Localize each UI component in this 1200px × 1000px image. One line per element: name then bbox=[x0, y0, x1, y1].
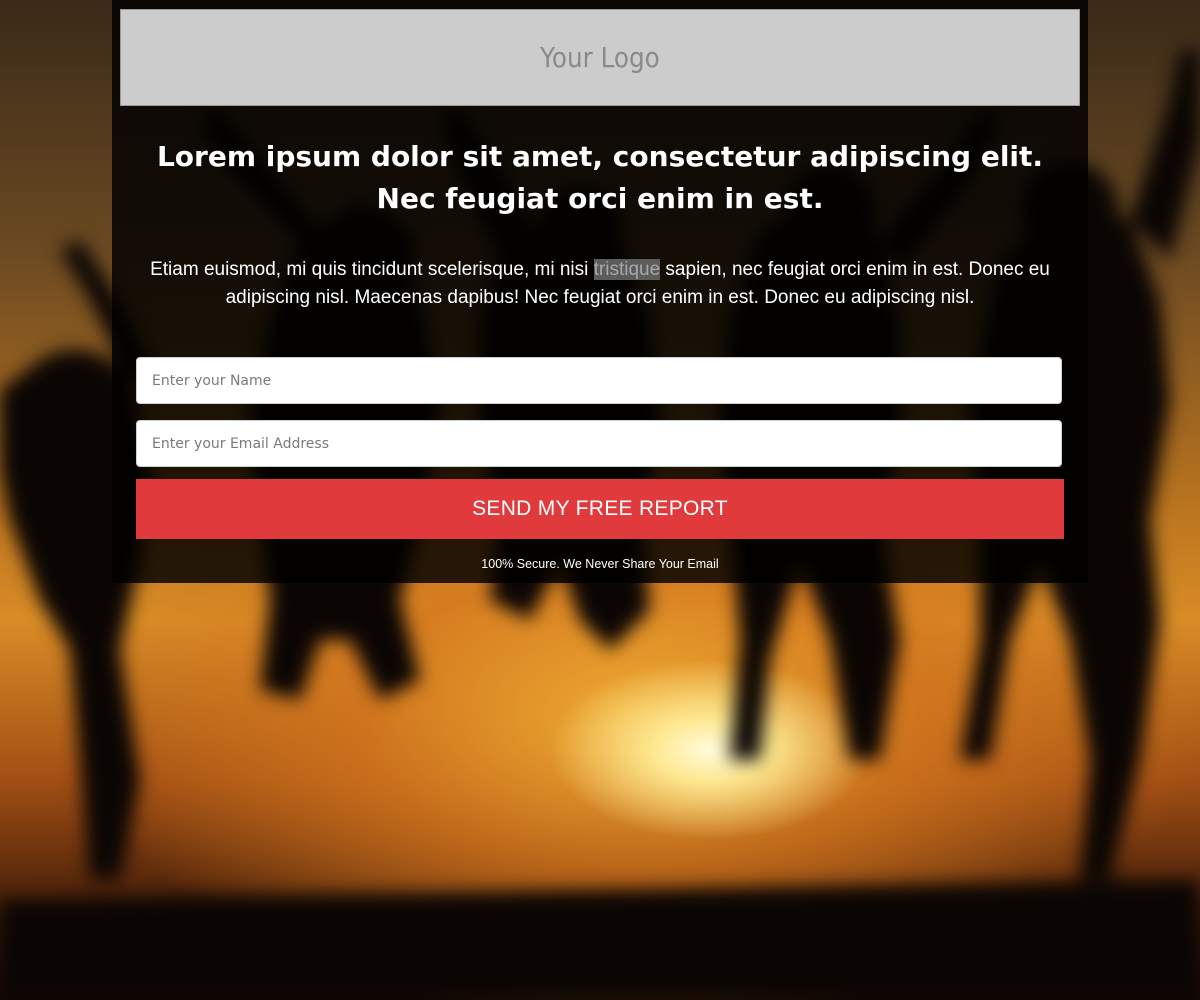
email-input[interactable] bbox=[136, 420, 1062, 467]
highlighted-word: tristique bbox=[593, 259, 661, 280]
intro-paragraph: Etiam euismod, mi quis tincidunt sceleri… bbox=[136, 256, 1064, 312]
page-headline: Lorem ipsum dolor sit amet, consectetur … bbox=[156, 140, 1044, 215]
send-report-button[interactable]: SEND MY FREE REPORT bbox=[136, 479, 1064, 539]
privacy-note: 100% Secure. We Never Share Your Email bbox=[481, 557, 719, 571]
intro-text-before: Etiam euismod, mi quis tincidunt sceleri… bbox=[150, 259, 594, 280]
logo-text: Your Logo bbox=[540, 41, 660, 74]
logo-bar[interactable]: Your Logo bbox=[120, 9, 1080, 106]
name-input[interactable] bbox=[136, 357, 1062, 404]
